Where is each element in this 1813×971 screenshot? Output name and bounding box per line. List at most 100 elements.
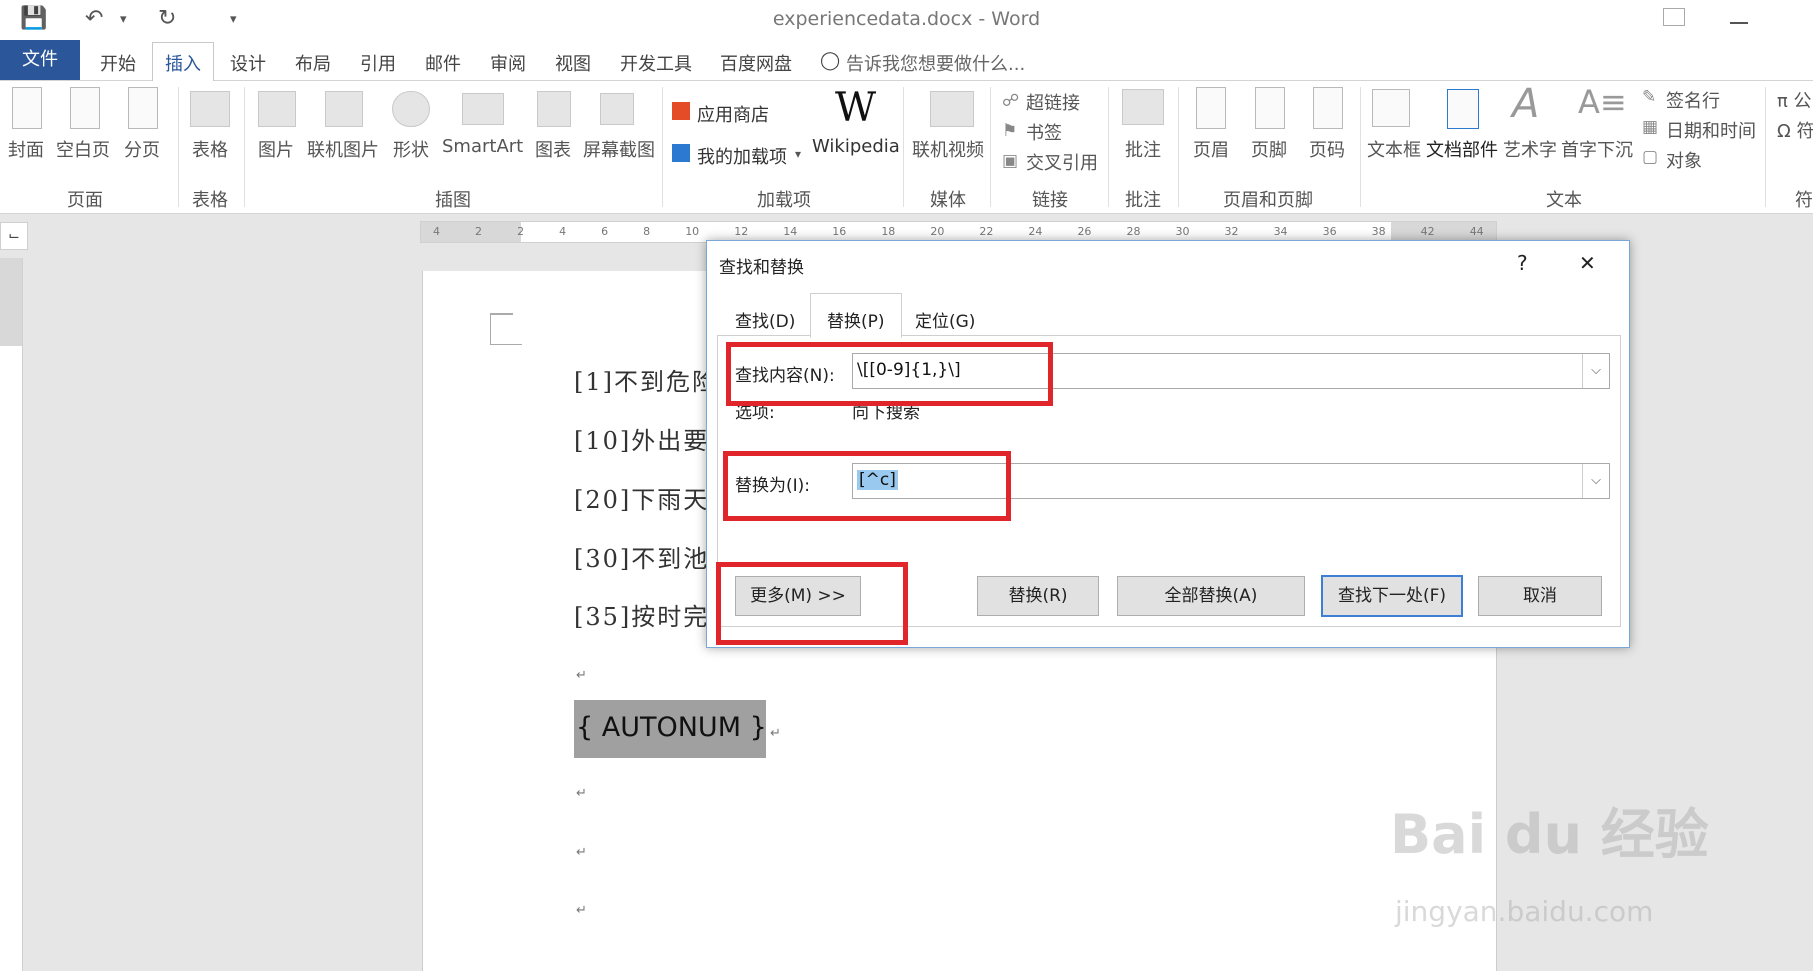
bookmark-icon: ⚑ — [1002, 121, 1018, 141]
tab-find[interactable]: 查找(D) — [735, 307, 795, 332]
chevron-down-icon[interactable]: ⌵ — [1582, 464, 1609, 498]
my-addins-button[interactable]: 我的加载项 — [697, 143, 787, 169]
online-pictures-button[interactable]: 联机图片 — [307, 136, 379, 162]
shapes-button[interactable]: 形状 — [393, 136, 429, 162]
blank-page-icon — [70, 87, 100, 129]
quick-parts-button[interactable]: 文档部件 — [1426, 136, 1498, 162]
find-next-button[interactable]: 查找下一处(F) — [1321, 575, 1463, 617]
ribbon-display-icon[interactable] — [1663, 8, 1685, 26]
group-label-comments: 批注 — [1125, 190, 1161, 211]
ruler-tick-label: 20 — [930, 225, 945, 238]
tab-file[interactable]: 文件 — [0, 40, 80, 80]
close-icon[interactable]: ✕ — [1579, 251, 1596, 275]
ruler-tick-label: 30 — [1175, 225, 1190, 238]
drop-cap-button[interactable]: 首字下沉 — [1561, 136, 1633, 162]
comment-icon — [1122, 89, 1164, 125]
ruler-tick-label: 26 — [1077, 225, 1092, 238]
smartart-button[interactable]: SmartArt — [442, 136, 523, 157]
lightbulb-icon: ◯ — [820, 50, 841, 71]
window-title: experiencedata.docx - Word — [772, 8, 1041, 30]
wikipedia-icon: W — [835, 85, 877, 131]
help-icon[interactable]: ? — [1517, 251, 1528, 275]
doc-line-1[interactable]: [1]不到危险 — [574, 362, 718, 397]
store-button[interactable]: 应用商店 — [697, 101, 769, 127]
tab-developer[interactable]: 开发工具 — [620, 50, 692, 76]
paragraph-mark: ↵ — [770, 726, 781, 741]
margin-corner-mark-h — [490, 344, 522, 345]
my-addins-dropdown-icon[interactable]: ▾ — [795, 147, 801, 161]
group-label-header-footer: 页眉和页脚 — [1223, 190, 1313, 211]
ruler-tick-label: 22 — [979, 225, 994, 238]
ruler-tick-label: 14 — [783, 225, 798, 238]
table-button[interactable]: 表格 — [192, 136, 228, 162]
tab-replace[interactable]: 替换(P) — [827, 307, 885, 332]
blank-page-button[interactable]: 空白页 — [56, 136, 110, 162]
paragraph-mark: ↵ — [576, 668, 587, 683]
header-icon — [1196, 87, 1226, 129]
separator — [1360, 87, 1361, 207]
tab-goto[interactable]: 定位(G) — [915, 307, 975, 332]
ribbon-tabs: 文件 开始 插入 设计 布局 引用 邮件 审阅 视图 开发工具 百度网盘 ◯ 告… — [0, 40, 1813, 82]
screenshot-button[interactable]: 屏幕截图 — [583, 136, 655, 162]
ruler-tick-label: 18 — [881, 225, 896, 238]
tab-view[interactable]: 视图 — [555, 50, 591, 76]
object-button[interactable]: 对象 — [1666, 147, 1702, 173]
tab-mailings[interactable]: 邮件 — [425, 50, 461, 76]
field-code-text: { AUTONUM } — [576, 712, 767, 743]
ruler-tick-label: 6 — [601, 225, 609, 238]
dialog-title: 查找和替换 — [719, 258, 804, 278]
minimize-icon[interactable] — [1730, 22, 1748, 24]
online-picture-icon — [325, 91, 363, 127]
symbol-button[interactable]: Ω 符 — [1777, 117, 1813, 143]
tab-layout[interactable]: 布局 — [295, 50, 331, 76]
new-comment-button[interactable]: 批注 — [1125, 136, 1161, 162]
equation-button[interactable]: π 公 — [1777, 87, 1812, 113]
annotation-box-more — [716, 562, 908, 645]
tab-stop-selector[interactable]: ⌙ — [0, 222, 28, 250]
header-button[interactable]: 页眉 — [1193, 136, 1229, 162]
tab-home[interactable]: 开始 — [100, 50, 136, 76]
shapes-icon — [392, 91, 430, 127]
tab-baidu-netdisk[interactable]: 百度网盘 — [720, 50, 792, 76]
separator — [903, 87, 904, 207]
pictures-button[interactable]: 图片 — [258, 136, 294, 162]
ruler-tick-label: 32 — [1224, 225, 1239, 238]
chevron-down-icon[interactable]: ⌵ — [1582, 354, 1609, 388]
tab-design[interactable]: 设计 — [230, 50, 266, 76]
page-number-button[interactable]: 页码 — [1309, 136, 1345, 162]
tab-review[interactable]: 审阅 — [490, 50, 526, 76]
online-video-button[interactable]: 联机视频 — [912, 136, 984, 162]
page-break-button[interactable]: 分页 — [124, 136, 160, 162]
bookmark-button[interactable]: 书签 — [1026, 119, 1062, 145]
footer-button[interactable]: 页脚 — [1251, 136, 1287, 162]
ruler-tick-label: 4 — [433, 225, 440, 238]
group-label-symbols: 符 — [1795, 190, 1813, 211]
signature-line-icon: ✎ — [1642, 87, 1657, 107]
separator — [990, 87, 991, 207]
tab-insert[interactable]: 插入 — [165, 50, 201, 76]
date-time-button[interactable]: 日期和时间 — [1666, 117, 1756, 143]
replace-all-button[interactable]: 全部替换(A) — [1117, 576, 1305, 616]
autonum-field[interactable]: { AUTONUM } — [574, 700, 767, 758]
cross-reference-button[interactable]: 交叉引用 — [1026, 149, 1098, 175]
tab-references[interactable]: 引用 — [360, 50, 396, 76]
vertical-ruler[interactable] — [0, 258, 23, 971]
separator — [1178, 87, 1179, 207]
chart-button[interactable]: 图表 — [535, 136, 571, 162]
ribbon: 封面 空白页 分页 页面 表格 表格 图片 联机图片 形状 SmartArt 图… — [0, 81, 1813, 214]
footer-icon — [1255, 87, 1285, 129]
separator — [662, 87, 663, 207]
cancel-button[interactable]: 取消 — [1478, 576, 1602, 616]
signature-line-button[interactable]: 签名行 — [1666, 87, 1720, 113]
paragraph-mark: ↵ — [576, 786, 587, 801]
page-number-icon — [1313, 87, 1343, 129]
textbox-button[interactable]: 文本框 — [1367, 136, 1421, 162]
group-label-tables: 表格 — [192, 190, 228, 211]
replace-button[interactable]: 替换(R) — [977, 576, 1099, 616]
wordart-button[interactable]: 艺术字 — [1503, 136, 1557, 162]
wikipedia-button[interactable]: Wikipedia — [812, 136, 900, 157]
cover-page-button[interactable]: 封面 — [8, 136, 44, 162]
tell-me-box[interactable]: 告诉我您想要做什么... — [846, 50, 1025, 76]
hyperlink-button[interactable]: 超链接 — [1026, 89, 1080, 115]
paragraph-mark: ↵ — [576, 845, 587, 860]
